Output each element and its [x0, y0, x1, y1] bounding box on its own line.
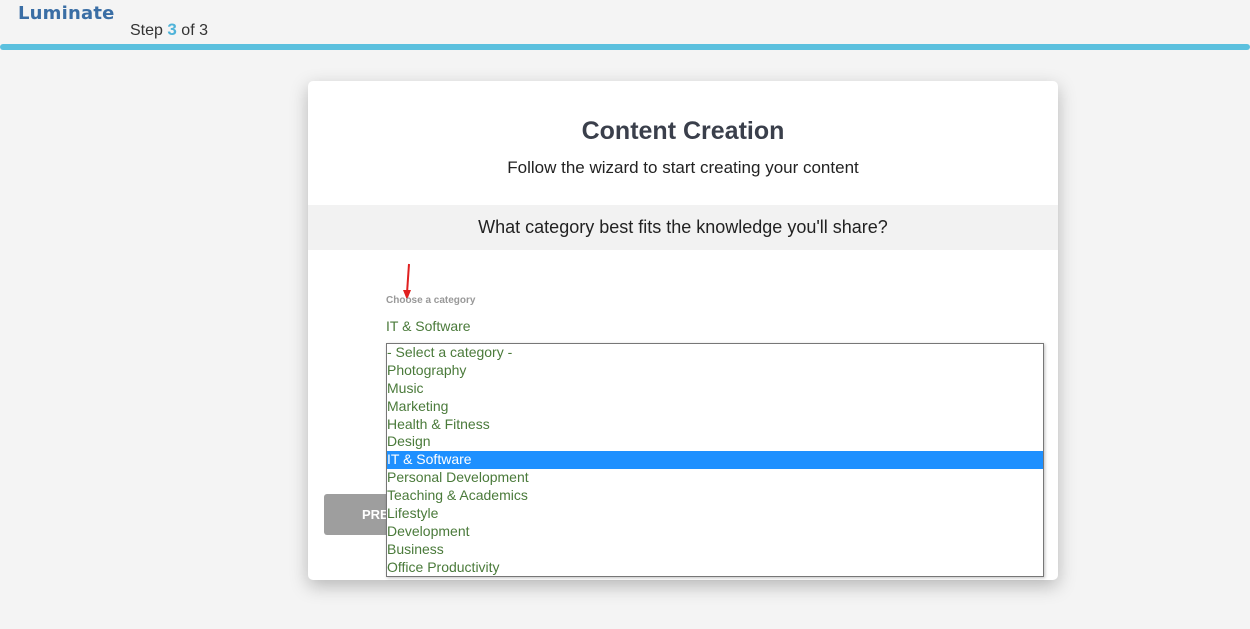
- question-text: What category best fits the knowledge yo…: [478, 217, 888, 237]
- dropdown-option[interactable]: IT & Software: [387, 451, 1043, 470]
- category-select[interactable]: IT & Software: [386, 318, 471, 334]
- dropdown-option[interactable]: Photography: [387, 362, 1043, 380]
- question-band: What category best fits the knowledge yo…: [308, 205, 1058, 250]
- dropdown-option[interactable]: Development: [387, 523, 1043, 541]
- dropdown-option[interactable]: Music: [387, 380, 1043, 398]
- dropdown-option[interactable]: Office Productivity: [387, 559, 1043, 577]
- dropdown-option[interactable]: Health & Fitness: [387, 416, 1043, 434]
- dropdown-option[interactable]: - Select a category -: [387, 344, 1043, 362]
- step-indicator: Step 3 of 3: [130, 20, 208, 40]
- dropdown-option[interactable]: Marketing: [387, 398, 1043, 416]
- dropdown-option[interactable]: Lifestyle: [387, 505, 1043, 523]
- category-dropdown-list[interactable]: - Select a category - Photography Music Mar…: [386, 343, 1044, 577]
- dropdown-option[interactable]: Business: [387, 541, 1043, 559]
- dropdown-option[interactable]: Design: [387, 433, 1043, 451]
- wizard-card: Content Creation Follow the wizard to st…: [308, 81, 1058, 580]
- step-current: 3: [167, 20, 177, 39]
- luminate-logo[interactable]: Luminate: [18, 3, 115, 24]
- page-subtitle: Follow the wizard to start creating your…: [507, 158, 859, 177]
- progress-bar: [0, 44, 1250, 50]
- step-suffix: of 3: [181, 22, 208, 39]
- dropdown-option[interactable]: Personal Development: [387, 469, 1043, 487]
- step-prefix: Step: [130, 22, 163, 39]
- category-field-label: Choose a category: [386, 295, 476, 306]
- dropdown-option[interactable]: Teaching & Academics: [387, 487, 1043, 505]
- top-bar: Luminate Step 3 of 3: [0, 0, 1250, 44]
- page-title: Content Creation: [581, 117, 785, 145]
